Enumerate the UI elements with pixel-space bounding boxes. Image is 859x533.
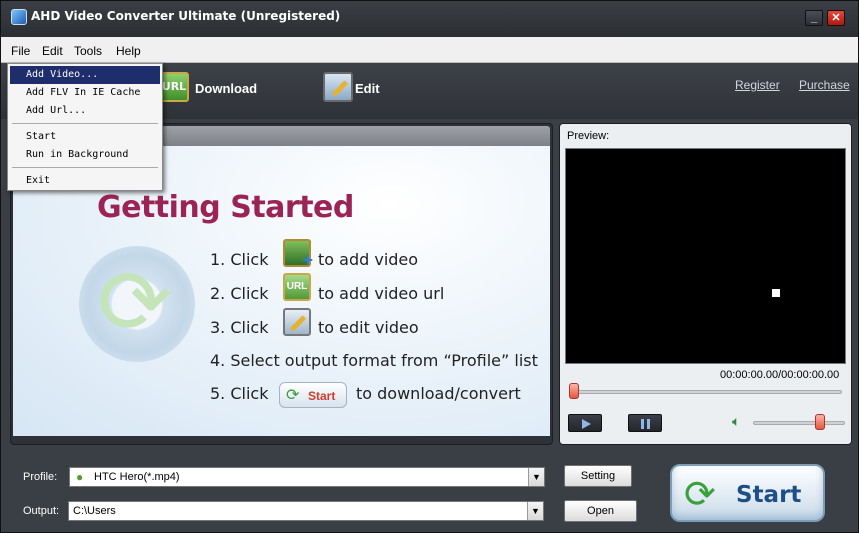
seek-slider-thumb[interactable] [569,383,579,399]
url-icon[interactable]: URL [159,72,189,102]
menu-item-add-url[interactable]: Add Url... [10,102,160,120]
output-value: C:\Users [73,505,116,517]
window-title: AHD Video Converter Ultimate (Unregister… [31,9,341,23]
volume-slider-thumb[interactable] [814,414,825,430]
preview-label: Preview: [567,130,610,142]
chevron-down-icon[interactable]: ▼ [527,502,543,520]
step-5-label: 5. Click [210,384,269,403]
step-1-text: to add video [318,250,419,269]
seek-slider[interactable] [570,390,842,394]
profile-value: HTC Hero(*.mp4) [94,471,180,483]
android-icon: ● [76,470,84,484]
download-button[interactable]: Download [195,81,257,96]
timecode-display: 00:00:00.00/00:00:00.00 [720,369,840,381]
output-label: Output: [23,505,60,517]
start-label: Start [736,482,802,508]
getting-started-title: Getting Started [97,190,354,225]
step-1-label: 1. Click [210,250,269,269]
profile-label: Profile: [23,471,58,483]
menu-bar: File Edit Tools Help [1,37,858,63]
menu-item-exit[interactable]: Exit [10,172,160,190]
preview-panel: Preview: 00:00:00.00/00:00:00.00 🔈︎ [559,123,852,445]
menu-item-start[interactable]: Start [10,128,160,146]
menu-separator [12,123,158,124]
output-path-field[interactable]: C:\Users ▼ [68,501,544,521]
menu-separator [12,167,158,168]
chevron-down-icon[interactable]: ▼ [528,468,544,486]
mini-start-button[interactable]: ⟳ Start [279,382,347,408]
close-button[interactable]: ✕ [827,10,845,26]
register-link[interactable]: Register [735,78,780,92]
edit-button[interactable]: Edit [355,81,380,96]
add-video-icon[interactable] [283,239,313,271]
app-icon [11,9,27,25]
refresh-icon: ⟳ [286,385,300,404]
menu-tools[interactable]: Tools [74,44,102,58]
menu-item-run-background[interactable]: Run in Background [10,146,160,164]
title-bar: AHD Video Converter Ultimate (Unregister… [1,1,858,37]
background-logo-icon [79,246,195,362]
step-4-label: 4. Select output format from “Profile” l… [210,351,538,370]
volume-slider[interactable] [753,421,845,425]
preview-cursor-dot [772,289,780,297]
edit-icon[interactable] [323,72,353,102]
volume-icon[interactable]: 🔈︎ [732,414,740,430]
step-5-text: to download/convert [356,384,521,403]
menu-item-add-video[interactable]: Add Video... [10,66,160,84]
step-3-text: to edit video [318,318,419,337]
url-icon[interactable]: URL [283,273,311,301]
step-3-label: 3. Click [210,318,269,337]
play-button[interactable] [568,414,602,432]
step-2-text: to add video url [318,284,445,303]
minimize-button[interactable]: _ [805,10,823,26]
step-2-label: 2. Click [210,284,269,303]
setting-button[interactable]: Setting [564,465,632,487]
open-button[interactable]: Open [564,500,637,522]
mini-start-label: Start [308,389,336,403]
purchase-link[interactable]: Purchase [799,78,850,92]
edit-icon[interactable] [283,308,311,336]
file-menu-dropdown: Add Video... Add FLV In IE Cache Add Url… [7,63,163,191]
menu-edit[interactable]: Edit [42,44,63,58]
start-button[interactable]: ⟳ Start [670,464,825,522]
pause-button[interactable] [628,414,662,432]
profile-dropdown[interactable]: ● HTC Hero(*.mp4) ▼ [69,467,545,487]
preview-screen [565,148,846,364]
refresh-icon: ⟳ [684,472,716,516]
menu-help[interactable]: Help [116,44,141,58]
app-window: AHD Video Converter Ultimate (Unregister… [0,0,859,533]
menu-item-add-flv-cache[interactable]: Add FLV In IE Cache [10,84,160,102]
menu-file[interactable]: File [11,44,30,58]
